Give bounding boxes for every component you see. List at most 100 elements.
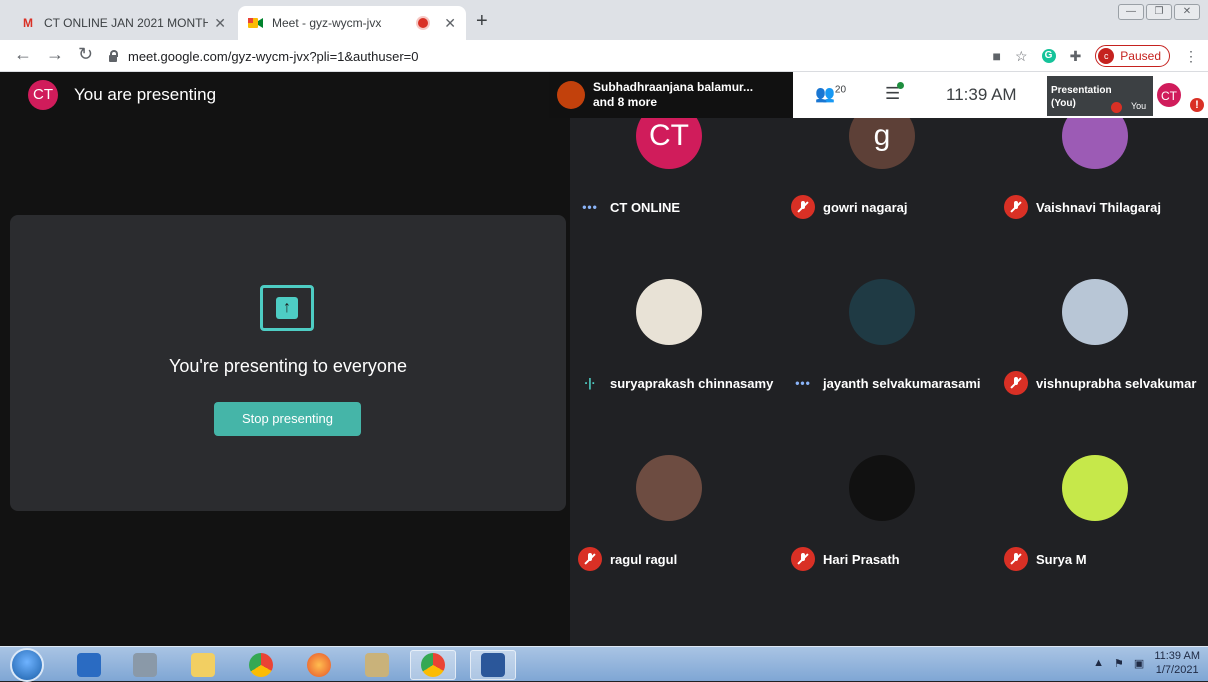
mic-off-icon bbox=[1004, 195, 1028, 219]
participant-avatar bbox=[636, 279, 702, 345]
presenting-pane: CT You are presenting ↑ You're presentin… bbox=[0, 72, 570, 646]
participant-name: vishnuprabha selvakumar bbox=[1036, 376, 1197, 391]
participant-name: Vaishnavi Thilagaraj bbox=[1036, 200, 1161, 215]
more-dots-icon: ••• bbox=[795, 376, 811, 390]
chrome-profile-icon[interactable] bbox=[410, 650, 456, 680]
lock-icon bbox=[108, 50, 118, 62]
participant-name: gowri nagaraj bbox=[823, 200, 908, 215]
mic-off-icon bbox=[791, 195, 815, 219]
participant-tile[interactable]: Surya M bbox=[996, 430, 1208, 606]
participant-tile[interactable]: Hari Prasath bbox=[783, 430, 996, 606]
mic-off-icon bbox=[578, 547, 602, 571]
tray-arrow-icon[interactable]: ▲ bbox=[1093, 657, 1104, 669]
participant-name: Surya M bbox=[1036, 552, 1087, 567]
gmail-icon: M bbox=[23, 16, 33, 30]
self-avatar[interactable]: CT bbox=[1156, 82, 1182, 108]
star-icon[interactable]: ☆ bbox=[1015, 48, 1028, 65]
tab-title: CT ONLINE JAN 2021 MONTH SC bbox=[44, 16, 209, 30]
presentation-label: Presentation bbox=[1051, 85, 1112, 96]
notification-line-1: Subhadhraanjana balamur... bbox=[593, 80, 754, 94]
taskbar-clock[interactable]: 11:39 AM 1/7/2021 bbox=[1154, 649, 1200, 677]
profile-button[interactable]: c Paused bbox=[1095, 45, 1170, 67]
window-controls: — ❐ ✕ bbox=[1118, 4, 1200, 20]
alert-icon[interactable]: ! bbox=[1190, 98, 1204, 112]
network-tool-icon[interactable] bbox=[122, 650, 168, 680]
participant-tile[interactable]: ·|· suryaprakash chinnasamy bbox=[570, 254, 783, 430]
flag-icon[interactable]: ⚑ bbox=[1114, 657, 1124, 670]
network-icon[interactable]: ▣ bbox=[1134, 657, 1144, 670]
presenting-title: You are presenting bbox=[74, 85, 217, 104]
participant-name: CT ONLINE bbox=[610, 200, 681, 215]
meet-area: CT You are presenting ↑ You're presentin… bbox=[0, 72, 1208, 646]
mic-off-icon bbox=[791, 547, 815, 571]
presenting-message: You're presenting to everyone bbox=[169, 356, 407, 376]
word-icon[interactable] bbox=[470, 650, 516, 680]
tab-title: Meet - gyz-wycm-jvx bbox=[272, 16, 382, 30]
more-dots-icon: ••• bbox=[582, 200, 598, 214]
forward-arrow-icon[interactable]: → bbox=[46, 44, 64, 65]
camera-icon[interactable]: ■ bbox=[993, 48, 1001, 64]
recording-icon bbox=[418, 18, 429, 28]
system-tray: ▲ ⚑ ▣ 11:39 AM 1/7/2021 bbox=[1093, 649, 1200, 677]
mic-off-icon bbox=[1004, 547, 1028, 571]
participant-tile[interactable]: ragul ragul bbox=[570, 430, 783, 606]
extensions-icon[interactable]: ✚ bbox=[1070, 48, 1082, 65]
avatar bbox=[557, 81, 585, 109]
firefox-icon[interactable] bbox=[296, 650, 342, 680]
start-button[interactable] bbox=[10, 648, 44, 682]
participant-avatar bbox=[1062, 279, 1128, 345]
clock-date: 1/7/2021 bbox=[1155, 664, 1199, 676]
tab-gmail[interactable]: M CT ONLINE JAN 2021 MONTH SC ✕ bbox=[10, 6, 236, 40]
avatar: CT bbox=[28, 80, 58, 110]
back-arrow-icon[interactable]: ← bbox=[14, 44, 32, 65]
mic-off-icon bbox=[1111, 102, 1122, 113]
mic-off-icon bbox=[1004, 371, 1028, 395]
windows-taskbar: ▲ ⚑ ▣ 11:39 AM 1/7/2021 bbox=[0, 646, 1208, 682]
maximize-icon[interactable]: ❐ bbox=[1146, 4, 1172, 20]
tab-strip: M CT ONLINE JAN 2021 MONTH SC ✕ Meet - g… bbox=[0, 0, 1208, 40]
new-tab-button[interactable]: + bbox=[476, 10, 488, 33]
participant-avatar bbox=[849, 455, 915, 521]
participant-avatar bbox=[1062, 455, 1128, 521]
you-label: You bbox=[1131, 101, 1147, 111]
participant-name: jayanth selvakumarasami bbox=[823, 376, 981, 391]
profile-status: Paused bbox=[1120, 49, 1161, 63]
participant-avatar bbox=[849, 279, 915, 345]
url-text: meet.google.com/gyz-wycm-jvx?pli=1&authu… bbox=[128, 48, 419, 64]
chrome-icon[interactable] bbox=[238, 650, 284, 680]
people-button[interactable]: 👥20 bbox=[815, 84, 846, 104]
join-notification[interactable]: Subhadhraanjana balamur... and 8 more bbox=[549, 72, 794, 118]
stop-presenting-button[interactable]: Stop presenting bbox=[214, 402, 361, 436]
toolbar-icons: ■ ☆ G ✚ c Paused ⋮ bbox=[993, 45, 1198, 67]
speaking-icon: ·|· bbox=[584, 376, 596, 390]
contacts-icon[interactable] bbox=[354, 650, 400, 680]
participant-tile[interactable]: ••• jayanth selvakumarasami bbox=[783, 254, 996, 430]
close-tab-icon[interactable]: ✕ bbox=[444, 15, 456, 32]
participant-name: Hari Prasath bbox=[823, 552, 900, 567]
file-explorer-icon[interactable] bbox=[180, 650, 226, 680]
reload-icon[interactable]: ↻ bbox=[78, 44, 93, 65]
meet-top-bar: 👥20 ☰ 11:39 AM Presentation (You) You CT… bbox=[793, 72, 1208, 118]
meeting-time: 11:39 AM bbox=[946, 85, 1017, 104]
people-count: 20 bbox=[834, 84, 847, 96]
participant-tile[interactable]: vishnuprabha selvakumar bbox=[996, 254, 1208, 430]
close-tab-icon[interactable]: ✕ bbox=[214, 15, 226, 32]
participant-grid: CT ••• CT ONLINE g gowri nagaraj Vaishnavi Th… bbox=[570, 72, 1208, 646]
address-bar[interactable]: meet.google.com/gyz-wycm-jvx?pli=1&authu… bbox=[108, 44, 958, 68]
close-window-icon[interactable]: ✕ bbox=[1174, 4, 1200, 20]
presenting-header: CT You are presenting bbox=[28, 80, 216, 110]
participant-name: suryaprakash chinnasamy bbox=[610, 376, 774, 391]
minimize-icon[interactable]: — bbox=[1118, 4, 1144, 20]
tab-meet[interactable]: Meet - gyz-wycm-jvx ✕ bbox=[238, 6, 466, 40]
menu-icon[interactable]: ⋮ bbox=[1184, 48, 1198, 65]
powershell-icon[interactable] bbox=[66, 650, 112, 680]
notification-line-2: and 8 more bbox=[593, 95, 658, 109]
chat-notification-dot bbox=[897, 82, 904, 89]
participant-avatar bbox=[636, 455, 702, 521]
browser-toolbar: ← → ↻ meet.google.com/gyz-wycm-jvx?pli=1… bbox=[0, 40, 1208, 72]
presenting-card: ↑ You're presenting to everyone Stop pre… bbox=[10, 215, 566, 511]
present-screen-icon: ↑ bbox=[260, 285, 314, 331]
meet-icon bbox=[248, 17, 264, 29]
people-icon: 👥 bbox=[815, 86, 835, 103]
grammarly-icon[interactable]: G bbox=[1041, 49, 1056, 63]
